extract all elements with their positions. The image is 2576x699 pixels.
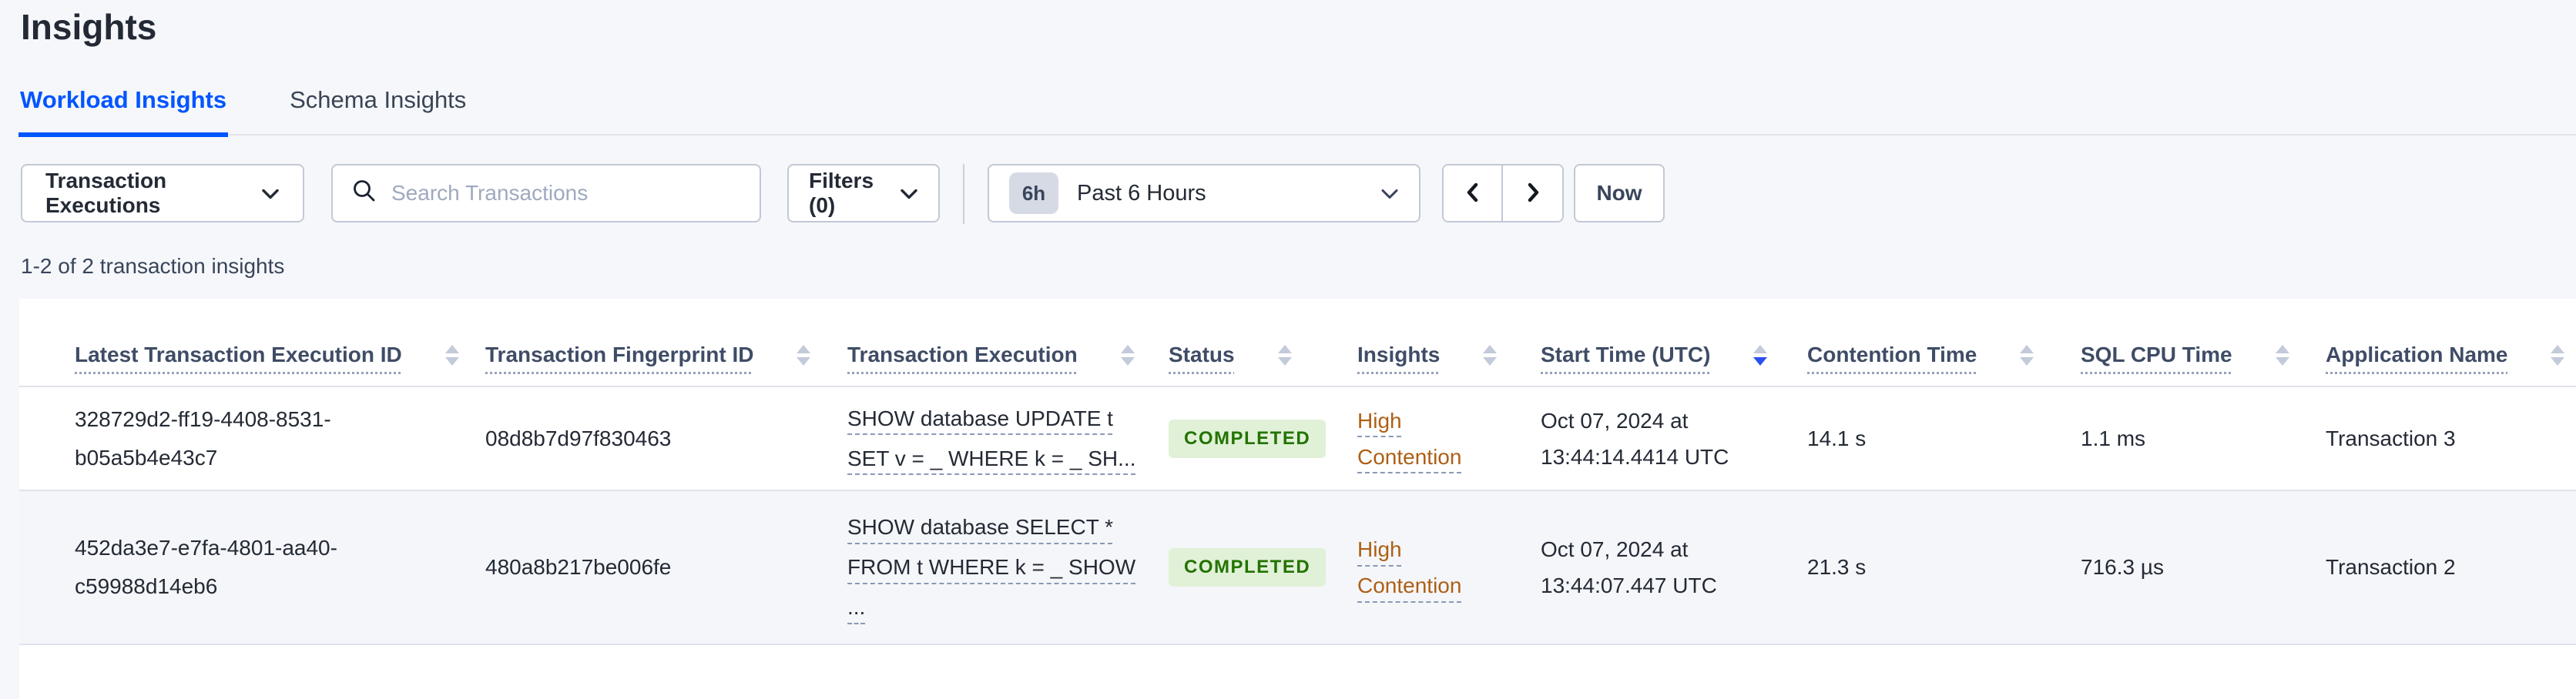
toolbar-divider: [963, 164, 964, 224]
cell-contention-time: 14.1 s: [1807, 426, 1867, 450]
search-icon: [351, 178, 377, 209]
time-range-label: Past 6 Hours: [1077, 180, 1206, 206]
page-title: Insights: [21, 7, 157, 47]
cell-insights: High Contention: [1357, 387, 1541, 490]
results-count: 1-2 of 2 transaction insights: [21, 254, 285, 278]
high-contention-link[interactable]: High Contention: [1357, 531, 1490, 604]
cell-sql-cpu-time: 1.1 ms: [2081, 426, 2146, 450]
chevron-left-icon: [1462, 180, 1484, 207]
cell-status: COMPLETED: [1169, 491, 1357, 644]
execution-type-dropdown[interactable]: Transaction Executions: [21, 164, 304, 222]
chevron-down-icon: [1380, 181, 1399, 206]
cell-fingerprint-id: 08d8b7d97f830463: [485, 426, 672, 450]
transaction-statement-link[interactable]: FROM t WHERE k = _ SHOW: [847, 547, 1135, 587]
sort-arrows-icon-descending[interactable]: [1753, 345, 1768, 366]
table-header-row: Latest Transaction Execution ID Transact…: [19, 299, 2576, 387]
tab-bar: Workload Insights Schema Insights: [18, 86, 2576, 137]
cell-insights: High Contention: [1357, 491, 1541, 644]
sort-arrows-icon[interactable]: [2275, 345, 2289, 366]
time-pager: [1442, 164, 1564, 222]
cell-fingerprint-id: 480a8b217be006fe: [485, 555, 672, 579]
cell-sql-cpu-time: 716.3 µs: [2081, 555, 2164, 579]
transaction-statement-link[interactable]: ...: [847, 587, 865, 627]
cell-transaction-execution: SHOW database SELECT * FROM t WHERE k = …: [847, 491, 1169, 644]
cell-application-name: Transaction 3: [2326, 426, 2456, 450]
transaction-statement-link[interactable]: SHOW database SELECT *: [847, 507, 1113, 547]
cell-application-name: Transaction 2: [2326, 555, 2456, 579]
status-badge: COMPLETED: [1169, 548, 1327, 587]
search-input[interactable]: [391, 181, 741, 206]
toolbar: Transaction Executions Filters (0) 6h Pa…: [0, 164, 2576, 224]
cell-execution-id: 452da3e7-e7fa-4801-aa40- c59988d14eb6: [75, 536, 337, 598]
status-badge: COMPLETED: [1169, 419, 1327, 458]
table-row: 452da3e7-e7fa-4801-aa40- c59988d14eb6 48…: [19, 491, 2576, 645]
cell-start-time: Oct 07, 2024 at 13:44:14.4414 UTC: [1541, 408, 1729, 469]
sort-arrows-icon[interactable]: [797, 345, 811, 366]
next-time-range-button[interactable]: [1503, 166, 1562, 221]
chevron-right-icon: [1522, 180, 1544, 207]
column-header-insights: Insights: [1357, 343, 1541, 386]
sort-arrows-icon[interactable]: [444, 345, 459, 366]
transaction-statement-link[interactable]: SHOW database UPDATE t: [847, 399, 1113, 439]
chevron-down-icon: [261, 181, 280, 206]
sort-arrows-icon[interactable]: [1483, 345, 1498, 366]
sort-arrows-icon[interactable]: [2020, 345, 2034, 366]
cell-start-time: Oct 07, 2024 at 13:44:07.447 UTC: [1541, 537, 1717, 597]
execution-type-dropdown-label: Transaction Executions: [45, 169, 167, 217]
cell-transaction-execution: SHOW database UPDATE t SET v = _ WHERE k…: [847, 387, 1169, 490]
sort-arrows-icon[interactable]: [1277, 345, 1292, 366]
cell-status: COMPLETED: [1169, 387, 1357, 490]
tab-schema-insights[interactable]: Schema Insights: [288, 86, 468, 137]
previous-time-range-button[interactable]: [1444, 166, 1503, 221]
filters-button-label: Filters (0): [809, 169, 874, 217]
high-contention-link[interactable]: High Contention: [1357, 403, 1490, 475]
column-header-transaction-fingerprint-id: Transaction Fingerprint ID: [485, 343, 847, 386]
sort-arrows-icon[interactable]: [2551, 345, 2565, 366]
column-header-start-time: Start Time (UTC): [1541, 343, 1807, 386]
column-header-sql-cpu-time: SQL CPU Time: [2081, 343, 2326, 386]
table-row: 328729d2-ff19-4408-8531- b05a5b4e43c7 08…: [19, 387, 2576, 491]
column-header-transaction-execution: Transaction Execution: [847, 343, 1169, 386]
filters-button[interactable]: Filters (0): [787, 164, 940, 222]
time-range-badge: 6h: [1009, 172, 1058, 214]
cell-execution-id: 328729d2-ff19-4408-8531- b05a5b4e43c7: [75, 406, 331, 470]
cell-contention-time: 21.3 s: [1807, 555, 1867, 579]
transaction-statement-link[interactable]: SET v = _ WHERE k = _ SH...: [847, 439, 1136, 479]
now-button[interactable]: Now: [1574, 164, 1665, 222]
column-header-contention-time: Contention Time: [1807, 343, 2081, 386]
time-range-picker[interactable]: 6h Past 6 Hours: [988, 164, 1420, 222]
now-button-label: Now: [1596, 181, 1642, 205]
sort-arrows-icon[interactable]: [1120, 345, 1135, 366]
chevron-down-icon: [900, 181, 918, 206]
column-header-application-name: Application Name: [2326, 343, 2576, 386]
insights-table: Latest Transaction Execution ID Transact…: [19, 299, 2576, 699]
column-header-status: Status: [1169, 343, 1357, 386]
column-header-latest-transaction-execution-id: Latest Transaction Execution ID: [75, 343, 485, 386]
tab-workload-insights[interactable]: Workload Insights: [18, 86, 229, 137]
search-box[interactable]: [331, 164, 761, 222]
